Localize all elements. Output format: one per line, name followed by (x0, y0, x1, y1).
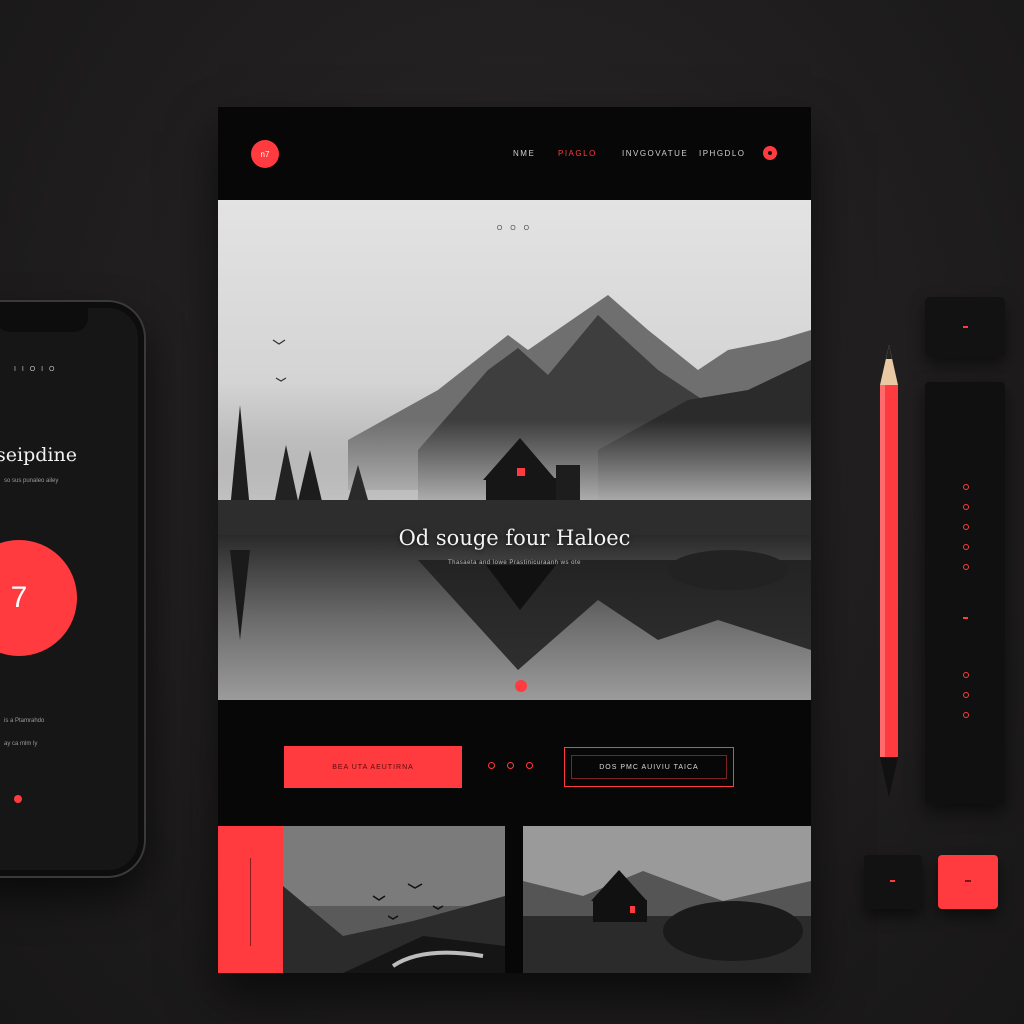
gallery-thumbnail-birds[interactable] (283, 826, 505, 973)
desk-ruler (925, 382, 1005, 804)
ruler-mark (963, 564, 969, 570)
hero-title: Od souge four Haloec (398, 526, 631, 550)
record-icon[interactable] (14, 795, 22, 803)
pagination-dot[interactable] (488, 762, 495, 769)
ruler-mark (963, 524, 969, 530)
red-mark (963, 326, 968, 328)
ruler-mark (963, 692, 969, 698)
phone-footer-line-2: ay ca mlm ly (4, 741, 38, 747)
ruler-mark (963, 504, 969, 510)
nav-item-4[interactable]: IPHGDLO (699, 149, 746, 158)
web-page-mockup: n7 NME PIAGLO INVGOVATUE IPHGDLO O O O O… (218, 107, 811, 973)
phone-mockup: I I O I O seipdine so sus punaleo ailey … (0, 300, 146, 878)
ruler-mark (963, 544, 969, 550)
phone-number-button[interactable]: 7 (0, 540, 77, 656)
desk-block-red (938, 855, 998, 909)
hero-image: O O O Od souge four Haloec Thasaeta and … (218, 200, 811, 700)
desk-block (864, 855, 922, 909)
secondary-cta-button[interactable]: DOS PMC AUIVIU TAICA (564, 747, 734, 787)
red-mark (890, 880, 895, 882)
side-accent-panel (218, 826, 283, 973)
pagination-dot[interactable] (526, 762, 533, 769)
hero-kicker: O O O (496, 225, 533, 232)
pagination-dot[interactable] (507, 762, 514, 769)
ruler-mark (963, 712, 969, 718)
hero-subtitle: Thasaeta and lowe Prastinicuraanh ws ote (447, 560, 582, 566)
phone-subtitle: so sus punaleo ailey (4, 478, 59, 484)
red-mark (963, 617, 968, 619)
phone-footer-line-1: is a Ptamrahdo (4, 718, 45, 724)
secondary-cta-label: DOS PMC AUIVIU TAICA (571, 755, 727, 779)
phone-status-text: I I O I O (14, 366, 57, 373)
pencil (880, 345, 898, 797)
record-icon[interactable] (515, 680, 527, 692)
phone-title: seipdine (0, 444, 77, 466)
phone-screen: I I O I O seipdine so sus punaleo ailey … (0, 308, 138, 870)
pagination-dots (488, 762, 533, 769)
desk-block (925, 297, 1005, 357)
nav-item-1[interactable]: NME (513, 149, 535, 158)
divider (250, 858, 251, 946)
primary-cta-button[interactable]: BEA UTA AEUTIRNA (284, 746, 462, 788)
ruler-mark (963, 484, 969, 490)
record-icon[interactable] (763, 146, 777, 160)
logo[interactable]: n7 (251, 140, 279, 168)
ruler-mark (963, 672, 969, 678)
nav-item-2[interactable]: PIAGLO (558, 149, 597, 158)
phone-notch (0, 308, 88, 332)
dark-mark (965, 880, 971, 882)
nav-item-3[interactable]: INVGOVATUE (622, 149, 688, 158)
gallery-thumbnail-cabin[interactable] (523, 826, 811, 973)
